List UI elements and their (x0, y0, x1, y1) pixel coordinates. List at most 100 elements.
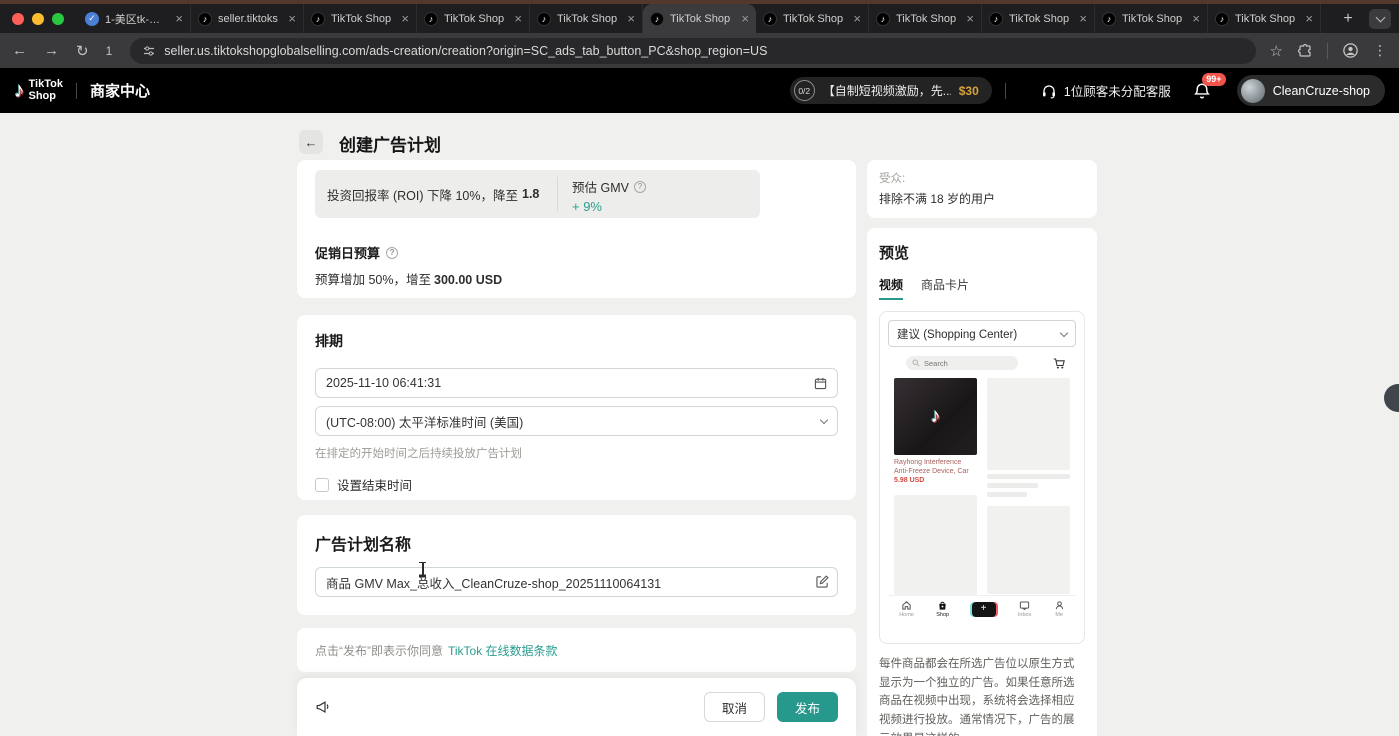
tab-close-icon[interactable]: × (288, 12, 296, 25)
new-tab-button[interactable]: + (1335, 10, 1361, 28)
browser-tab[interactable]: ♪TikTok Shop× (869, 4, 982, 33)
profile-icon[interactable] (1343, 43, 1358, 58)
page-title: 创建广告计划 (339, 131, 441, 156)
browser-tab[interactable]: ♪TikTok Shop× (643, 4, 756, 33)
notification-count-badge: 99+ (1202, 73, 1226, 86)
start-datetime-value: 2025-11-10 06:41:31 (326, 376, 441, 390)
minimize-window-button[interactable] (32, 13, 44, 25)
reload-icon[interactable]: ↻ (76, 42, 89, 60)
task-progress-badge: 0/2 (794, 80, 815, 101)
tab-product-card[interactable]: 商品卡片 (921, 276, 969, 300)
browser-tab[interactable]: ♪TikTok Shop× (417, 4, 530, 33)
browser-tab[interactable]: ♪ TikTok Shop × (982, 4, 1095, 33)
tiktok-shop-logo[interactable]: TikTok Shop (29, 79, 63, 102)
phone-tab-shop: Shop (936, 600, 949, 618)
app-title: 商家中心 (90, 80, 150, 101)
placement-select[interactable]: 建议 (Shopping Center) (888, 320, 1076, 347)
tab-title: TikTok Shop (896, 13, 960, 25)
browser-tab[interactable]: ♪seller.tiktoks× (191, 4, 304, 33)
browser-tab[interactable]: ♪TikTok Shop× (530, 4, 643, 33)
back-nav-icon[interactable]: ← (12, 42, 27, 59)
timezone-select[interactable]: (UTC-08:00) 太平洋标准时间 (美国) (315, 406, 838, 436)
skeleton-line (987, 474, 1070, 479)
incentive-task-pill[interactable]: 0/2 【自制短视频激励，先... $30 (790, 77, 992, 104)
skeleton-box (987, 506, 1070, 594)
schedule-card: 排期 2025-11-10 06:41:31 (UTC-08:00) 太平洋标准… (297, 315, 856, 500)
app-header: ♪ TikTok Shop 商家中心 0/2 【自制短视频激励，先... $30… (0, 68, 1399, 113)
schedule-title: 排期 (315, 331, 838, 351)
publish-button[interactable]: 发布 (777, 692, 838, 722)
phone-preview: 建议 (Shopping Center) ♪ Rayho (879, 311, 1085, 644)
campaign-name-card: 广告计划名称 (297, 515, 856, 615)
browser-tabs: ✓1-美区tk-工作×♪seller.tiktoks×♪TikTok Shop×… (78, 4, 1335, 33)
tab-title: TikTok Shop (444, 13, 508, 25)
tab-close-icon[interactable]: × (401, 12, 409, 25)
cancel-button[interactable]: 取消 (704, 692, 765, 722)
url-text: seller.us.tiktokshopglobalselling.com/ad… (164, 44, 767, 58)
create-plus-icon: + (972, 602, 996, 617)
inbox-icon (1019, 600, 1030, 611)
tiktok-favicon-icon: ♪ (537, 12, 551, 26)
back-button[interactable]: ← (299, 130, 323, 154)
shield-favicon-icon: ✓ (85, 12, 99, 26)
browser-tab[interactable]: ♪TikTok Shop× (756, 4, 869, 33)
skeleton-line (987, 492, 1027, 497)
campaign-name-input[interactable] (315, 567, 838, 597)
tab-video[interactable]: 视频 (879, 276, 903, 300)
toolbar-divider (1327, 43, 1328, 59)
preview-description: 每件商品都会在所选广告位以原生方式显示为一个独立的广告。如果任意所选商品在视频中… (879, 655, 1085, 736)
shop-account-button[interactable]: CleanCruze-shop (1237, 75, 1385, 106)
start-datetime-input[interactable]: 2025-11-10 06:41:31 (315, 368, 838, 398)
end-time-checkbox[interactable] (315, 478, 329, 492)
tab-close-icon[interactable]: × (1192, 12, 1200, 25)
promo-budget-label: 促销日预算 (315, 243, 380, 262)
tab-title: TikTok Shop (1235, 13, 1299, 25)
headset-icon (1041, 83, 1057, 99)
roi-summary-box: 投资回报率 (ROI) 下降 10%，降至1.8 预估 GMV ? + 9% (315, 170, 760, 218)
customer-service-text: 1位顾客未分配客服 (1064, 81, 1171, 100)
info-icon[interactable]: ? (634, 181, 646, 193)
notifications-button[interactable]: 99+ (1193, 82, 1211, 100)
audience-card: 受众: 排除不满 18 岁的用户 (867, 160, 1097, 218)
tiktok-favicon-icon: ♪ (763, 12, 777, 26)
browser-tab[interactable]: ♪TikTok Shop× (1208, 4, 1321, 33)
tab-title: TikTok Shop (1009, 13, 1073, 25)
tab-close-icon[interactable]: × (741, 12, 749, 25)
phone-tab-me: Me (1054, 600, 1065, 618)
agreement-bar: 点击“发布”即表示你同意 TikTok 在线数据条款 (297, 628, 856, 672)
search-icon (912, 359, 920, 367)
tab-close-icon[interactable]: × (966, 12, 974, 25)
tab-close-icon[interactable]: × (175, 12, 183, 25)
close-window-button[interactable] (12, 13, 24, 25)
bookmark-star-icon[interactable]: ☆ (1270, 42, 1283, 60)
tiktok-favicon-icon: ♪ (989, 12, 1003, 26)
window-controls[interactable] (0, 13, 78, 25)
floating-widget-button[interactable] (1384, 384, 1399, 412)
tab-close-icon[interactable]: × (1305, 12, 1313, 25)
browser-menu-icon[interactable]: ⋮ (1373, 42, 1387, 59)
tab-close-icon[interactable]: × (514, 12, 522, 25)
customer-service-item[interactable]: 1位顾客未分配客服 (1041, 81, 1171, 100)
tab-title: 1-美区tk-工作 (105, 11, 169, 27)
me-icon (1054, 600, 1065, 611)
data-terms-link[interactable]: TikTok 在线数据条款 (448, 642, 558, 659)
edit-icon[interactable] (816, 575, 829, 588)
tab-list-button[interactable] (1369, 9, 1391, 29)
end-time-checkbox-label: 设置结束时间 (337, 475, 412, 494)
extensions-icon[interactable] (1298, 44, 1312, 58)
tab-close-icon[interactable]: × (853, 12, 861, 25)
tab-close-icon[interactable]: × (1079, 12, 1087, 25)
home-icon (901, 600, 912, 611)
agreement-text: 点击“发布”即表示你同意 (315, 642, 443, 659)
megaphone-icon[interactable] (315, 699, 331, 715)
address-bar[interactable]: seller.us.tiktokshopglobalselling.com/ad… (130, 38, 1255, 64)
chevron-down-icon (1375, 12, 1385, 22)
site-settings-icon[interactable] (143, 45, 155, 57)
forward-nav-icon[interactable]: → (44, 42, 59, 59)
zoom-window-button[interactable] (52, 13, 64, 25)
info-icon[interactable]: ? (386, 247, 398, 259)
browser-tab[interactable]: ✓ 1-美区tk-工作 × (78, 4, 191, 33)
browser-tab[interactable]: ♪TikTok Shop× (1095, 4, 1208, 33)
tab-close-icon[interactable]: × (627, 12, 635, 25)
browser-tab[interactable]: ♪TikTok Shop× (304, 4, 417, 33)
